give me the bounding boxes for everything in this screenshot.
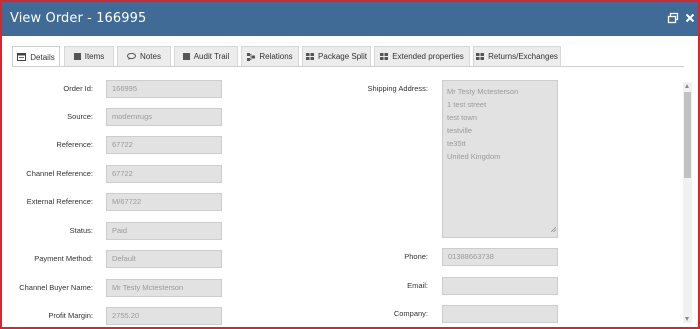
- reference-field[interactable]: 67722: [106, 136, 222, 154]
- channel-buyer-name-field[interactable]: Mr Testy Mctesterson: [106, 279, 222, 297]
- tab-package-split[interactable]: Package Split: [302, 46, 371, 66]
- scrollbar-thumb[interactable]: [684, 92, 691, 178]
- phone-field[interactable]: 01388663738: [442, 248, 558, 266]
- tab-label: Notes: [140, 52, 161, 61]
- shipping-line: Mr Testy Mctesterson: [447, 87, 519, 96]
- package-split-icon: [306, 53, 315, 60]
- payment-method-label: Payment Method:: [34, 254, 93, 263]
- shipping-line: test town: [447, 113, 478, 122]
- order-dialog: View Order - 166995 Details Items Notes …: [0, 0, 700, 329]
- shipping-address-field[interactable]: Mr Testy Mctesterson 1 test street test …: [442, 80, 558, 238]
- source-label: Source:: [67, 112, 93, 121]
- tab-label: Audit Trail: [193, 52, 230, 61]
- email-field[interactable]: [442, 277, 558, 295]
- audit-trail-icon: [182, 53, 190, 60]
- payment-method-field[interactable]: Default: [106, 250, 222, 268]
- close-icon[interactable]: [684, 12, 698, 26]
- scroll-up-icon[interactable]: [685, 84, 689, 88]
- tab-items[interactable]: Items: [64, 46, 114, 66]
- source-field[interactable]: modernrugs: [106, 108, 222, 126]
- status-field[interactable]: Paid: [106, 222, 222, 240]
- resize-grip-icon[interactable]: [550, 223, 557, 236]
- tab-divider: [12, 66, 684, 67]
- profit-margin-field[interactable]: 2755.20: [106, 307, 222, 325]
- restore-icon[interactable]: [667, 12, 681, 26]
- tab-details[interactable]: Details: [12, 46, 60, 67]
- tab-returns-exchanges[interactable]: Returns/Exchanges: [473, 46, 561, 66]
- order-id-label: Order Id:: [63, 84, 93, 93]
- shipping-address-label: Shipping Address:: [367, 84, 428, 93]
- shipping-line: te35tt: [447, 139, 466, 148]
- company-field[interactable]: [442, 305, 558, 323]
- details-icon: [17, 53, 27, 61]
- title-bar: View Order - 166995: [2, 2, 698, 36]
- notes-icon: [127, 53, 137, 60]
- tab-extended-properties[interactable]: Extended properties: [374, 46, 470, 66]
- tab-label: Relations: [259, 52, 293, 61]
- tab-relations[interactable]: Relations: [241, 46, 299, 66]
- shipping-line: United Kingdom: [447, 152, 501, 161]
- relations-icon: [247, 52, 256, 61]
- extended-properties-icon: [380, 53, 389, 60]
- status-label: Status:: [69, 226, 93, 235]
- scroll-down-icon[interactable]: [685, 317, 689, 321]
- external-reference-label: External Reference:: [26, 197, 93, 206]
- returns-exchanges-icon: [476, 53, 485, 60]
- vertical-scrollbar[interactable]: [683, 82, 692, 323]
- phone-label: Phone:: [404, 252, 428, 261]
- tab-label: Items: [84, 52, 105, 61]
- shipping-line: 1 test street: [447, 100, 487, 109]
- external-reference-field[interactable]: M/67722: [106, 193, 222, 211]
- tab-label: Extended properties: [392, 52, 464, 61]
- tab-label: Details: [30, 52, 55, 62]
- channel-buyer-name-label: Channel Buyer Name:: [19, 283, 93, 292]
- channel-reference-field[interactable]: 67722: [106, 165, 222, 183]
- email-label: Email:: [407, 281, 428, 290]
- items-icon: [73, 53, 81, 60]
- tab-label: Returns/Exchanges: [488, 52, 558, 61]
- channel-reference-label: Channel Reference:: [26, 169, 93, 178]
- company-label: Company:: [393, 309, 428, 318]
- window-title: View Order - 166995: [10, 11, 147, 26]
- reference-label: Reference:: [56, 140, 93, 149]
- tab-notes[interactable]: Notes: [117, 46, 171, 66]
- order-id-field[interactable]: 166995: [106, 80, 222, 98]
- tab-label: Package Split: [318, 52, 367, 61]
- tab-audit-trail[interactable]: Audit Trail: [174, 46, 238, 66]
- profit-margin-label: Profit Margin:: [48, 311, 93, 320]
- shipping-line: testville: [447, 126, 473, 135]
